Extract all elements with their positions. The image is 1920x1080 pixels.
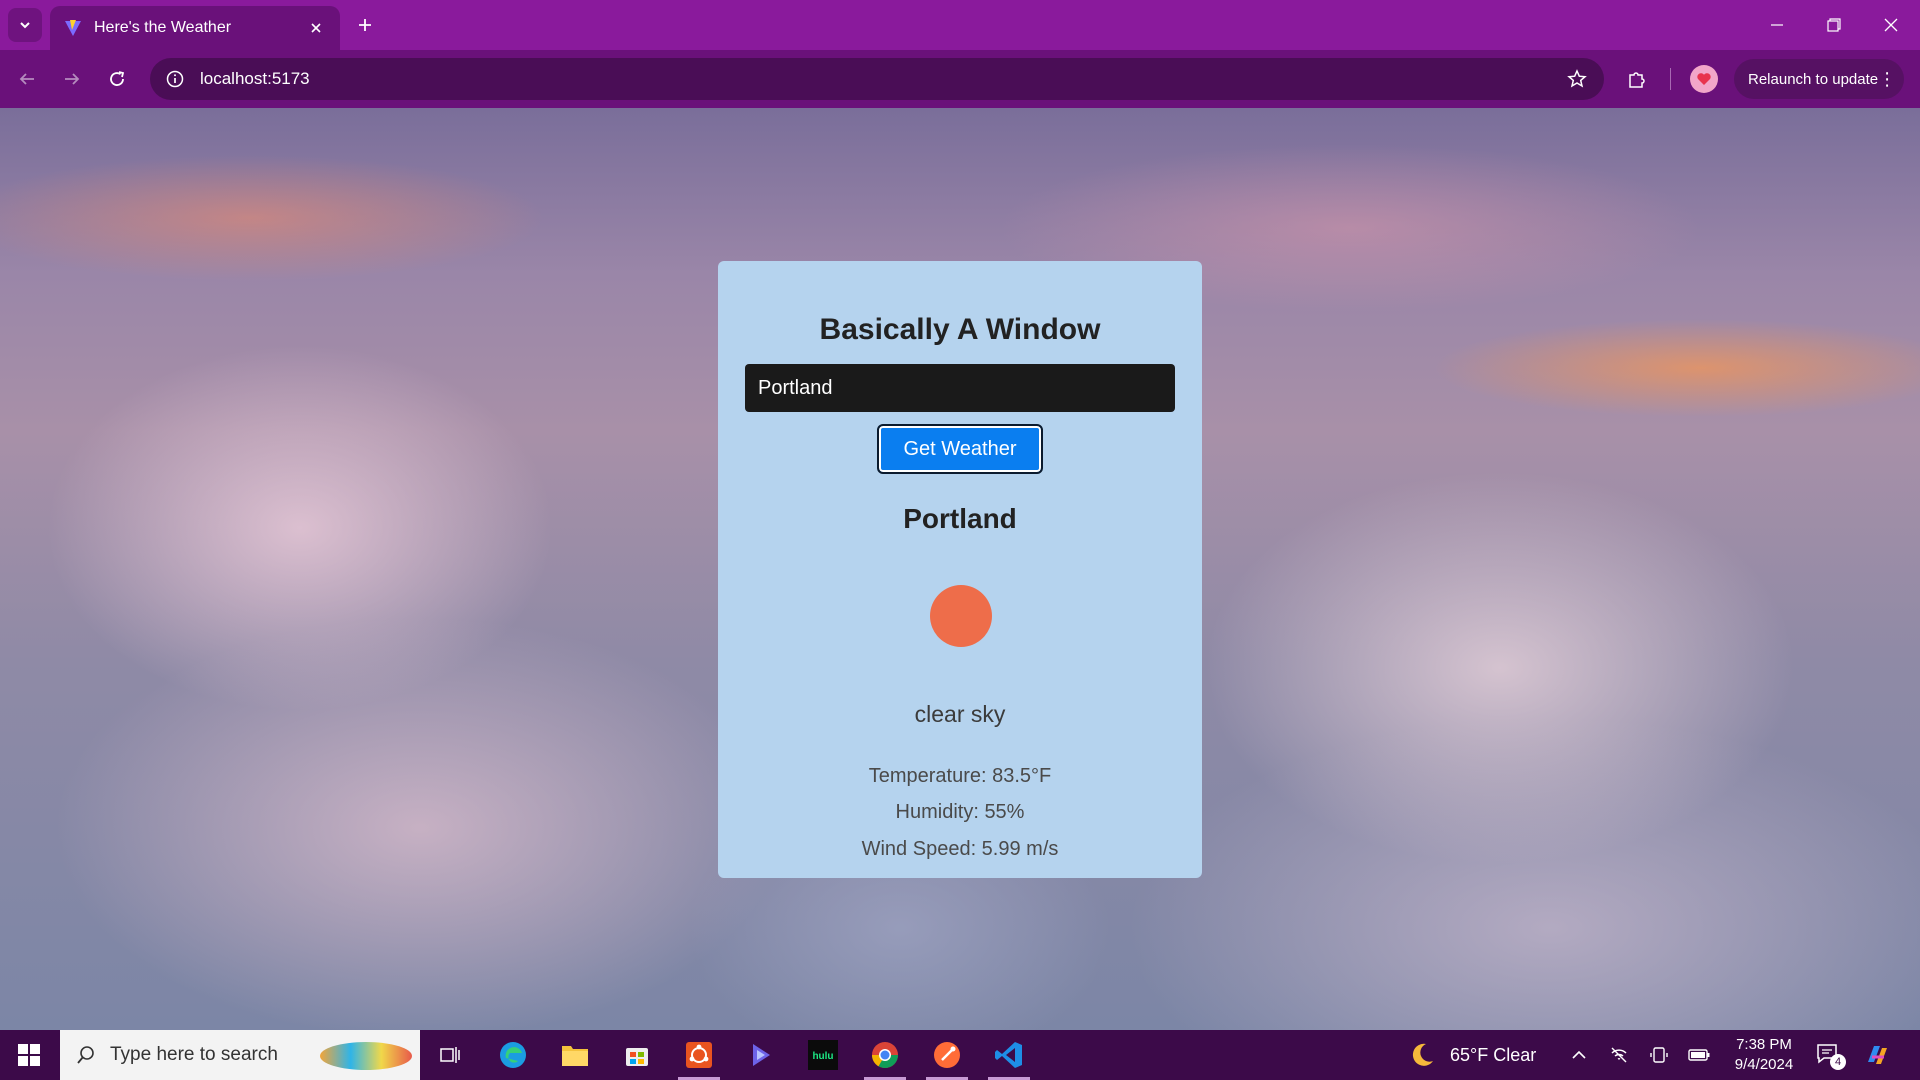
vs-code-icon [995,1042,1022,1068]
site-info-icon[interactable] [164,68,186,90]
app-title: Basically A Window [819,313,1101,346]
bookmark-star-icon[interactable] [1564,66,1590,92]
notification-count-badge: 4 [1830,1054,1846,1070]
taskbar-microsoft-store[interactable] [610,1030,664,1080]
humidity-text: Humidity: 55% [895,801,1025,823]
close-tab-icon[interactable] [306,18,326,38]
result-city-name: Portland [903,503,1017,534]
puzzle-icon [1629,72,1645,88]
forward-button[interactable] [57,64,87,94]
show-hidden-icons-button[interactable] [1566,1042,1592,1068]
back-button[interactable] [12,64,42,94]
new-tab-button[interactable] [352,12,378,38]
taskbar-search-box[interactable]: Type here to search [60,1030,420,1080]
battery-icon [1688,1049,1710,1061]
taskbar-edge[interactable] [486,1030,540,1080]
hulu-icon: hulu [808,1040,838,1070]
weather-summary: 65°F Clear [1450,1044,1537,1065]
taskbar-copilot[interactable] [734,1030,788,1080]
taskbar-hulu[interactable]: hulu [796,1030,850,1080]
browser-tab-bar: Here's the Weather [0,0,1920,50]
taskbar-ubuntu[interactable] [672,1030,726,1080]
postman-icon [934,1042,960,1068]
device-tray-button[interactable] [1646,1042,1672,1068]
more-vertical-icon: ⋮ [1878,69,1897,89]
browser-toolbar: localhost:5173 Relaunch to update ⋮ [0,50,1920,108]
close-window-button[interactable] [1876,10,1906,40]
network-icon [1611,1047,1627,1063]
copilot-tray-button[interactable] [1864,1042,1890,1068]
taskbar-chrome[interactable] [858,1030,912,1080]
svg-text:hulu: hulu [812,1051,833,1062]
taskbar-postman[interactable] [920,1030,974,1080]
folder-icon [562,1046,588,1066]
search-highlight-image [320,1042,412,1070]
relaunch-label: Relaunch to update [1748,70,1879,88]
task-view-icon [440,1047,460,1063]
moon-icon [1412,1043,1433,1066]
plus-icon [359,19,371,31]
clock-date: 9/4/2024 [1734,1056,1794,1073]
restore-button[interactable] [1819,10,1849,40]
url-text[interactable]: localhost:5173 [200,69,1564,89]
toolbar-divider [1670,68,1671,90]
wind-speed-text: Wind Speed: 5.99 m/s [861,838,1059,860]
clock-time: 7:38 PM [1736,1036,1792,1053]
address-bar[interactable]: localhost:5173 [150,58,1604,100]
chevron-up-icon [1572,1050,1586,1059]
notification-center-button[interactable]: 4 [1816,1042,1846,1070]
arrow-left-icon [19,73,34,85]
get-weather-button[interactable]: Get Weather [877,424,1043,474]
windows-taskbar: Type here to search hulu 65°F Clear 7:38… [0,1030,1920,1080]
battery-tray-button[interactable] [1686,1042,1712,1068]
copilot-icon [753,1044,770,1066]
city-input[interactable] [745,364,1175,412]
tab-title: Here's the Weather [94,19,232,36]
arrow-right-icon [65,73,80,85]
minimize-button[interactable] [1762,10,1792,40]
start-button[interactable] [0,1030,58,1080]
store-icon [626,1048,648,1066]
profile-avatar[interactable] [1690,65,1718,93]
relaunch-to-update-button[interactable]: Relaunch to update ⋮ [1734,59,1904,99]
chevron-down-icon [20,22,30,29]
weather-card: Basically A Window Get Weather Portland … [718,261,1202,878]
chrome-icon [871,1042,899,1069]
heart-icon [1697,73,1711,85]
ubuntu-icon [686,1042,712,1068]
display-icon [1650,1047,1668,1063]
extensions-button[interactable] [1622,64,1652,94]
temperature-text: Temperature: 83.5°F [868,765,1052,787]
weather-description: clear sky [914,701,1006,727]
close-icon [1884,18,1898,32]
task-view-button[interactable] [423,1030,477,1080]
reload-icon [110,71,125,86]
network-tray-button[interactable] [1606,1042,1632,1068]
search-icon [77,1046,94,1064]
windows-logo-icon [18,1044,40,1066]
tab-search-button[interactable] [8,8,42,42]
minimize-icon [1771,24,1783,26]
vite-favicon-icon [65,20,81,36]
taskbar-vs-code[interactable] [982,1030,1036,1080]
restore-icon [1827,18,1841,32]
reload-button[interactable] [102,64,132,94]
page-viewport: Basically A Window Get Weather Portland … [0,108,1920,1030]
sun-icon [930,585,992,647]
copilot-color-icon [1868,1046,1887,1064]
browser-tab[interactable]: Here's the Weather [50,6,340,50]
taskbar-file-explorer[interactable] [548,1030,602,1080]
taskbar-weather-widget[interactable]: 65°F Clear [1408,1030,1536,1080]
taskbar-clock[interactable]: 7:38 PM 9/4/2024 [1722,1035,1806,1075]
search-placeholder: Type here to search [110,1044,278,1065]
edge-icon [500,1042,526,1068]
